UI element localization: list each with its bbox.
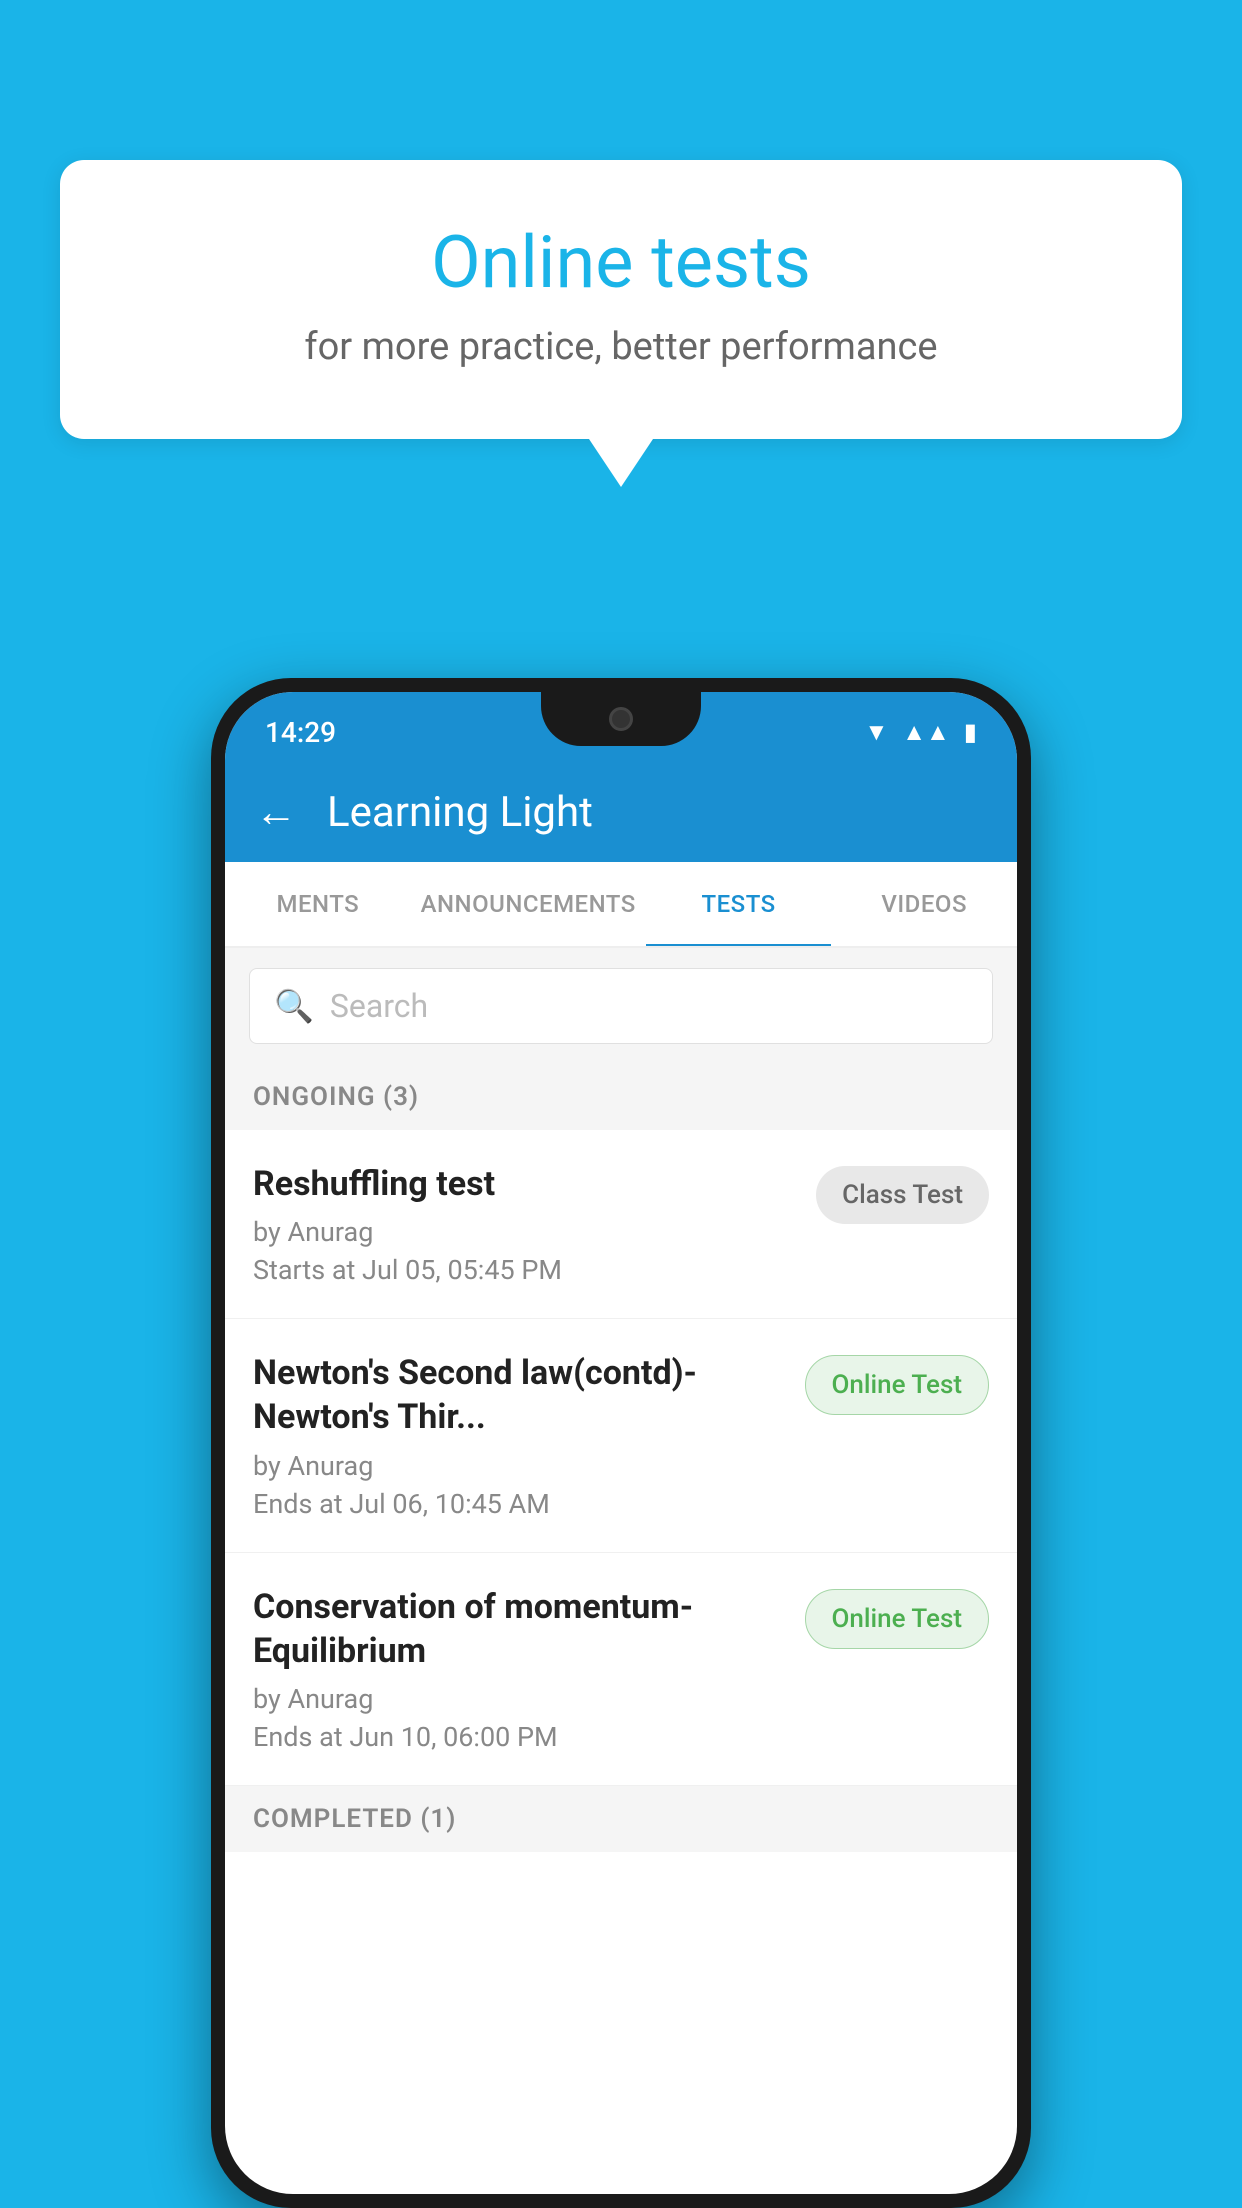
test-item-1[interactable]: Reshuffling test by Anurag Starts at Jul… <box>225 1130 1017 1319</box>
test-info-3: Conservation of momentum-Equilibrium by … <box>253 1585 785 1753</box>
battery-icon: ▮ <box>964 718 977 746</box>
test-author-1: by Anurag <box>253 1216 796 1248</box>
test-badge-2: Online Test <box>805 1355 990 1415</box>
search-bar[interactable]: 🔍 Search <box>249 968 993 1044</box>
phone-camera <box>609 707 633 731</box>
signal-icon: ▲▲ <box>902 718 950 747</box>
test-author-3: by Anurag <box>253 1683 785 1715</box>
test-title-2: Newton's Second law(contd)-Newton's Thir… <box>253 1351 785 1439</box>
tabs-container: MENTS ANNOUNCEMENTS TESTS VIDEOS <box>225 862 1017 948</box>
test-list: Reshuffling test by Anurag Starts at Jul… <box>225 1130 1017 1786</box>
status-icons: ▼ ▲▲ ▮ <box>865 718 978 747</box>
phone-container: 14:29 ▼ ▲▲ ▮ ← Learning Light MENTS ANNO… <box>211 678 1031 2208</box>
phone-screen: 14:29 ▼ ▲▲ ▮ ← Learning Light MENTS ANNO… <box>225 692 1017 2194</box>
test-item-2[interactable]: Newton's Second law(contd)-Newton's Thir… <box>225 1319 1017 1552</box>
app-title: Learning Light <box>327 788 593 837</box>
phone-outer: 14:29 ▼ ▲▲ ▮ ← Learning Light MENTS ANNO… <box>211 678 1031 2208</box>
test-badge-1: Class Test <box>816 1166 989 1224</box>
test-info-1: Reshuffling test by Anurag Starts at Jul… <box>253 1162 796 1286</box>
tab-announcements[interactable]: ANNOUNCEMENTS <box>411 862 646 946</box>
speech-bubble-container: Online tests for more practice, better p… <box>60 160 1182 439</box>
tab-tests[interactable]: TESTS <box>646 862 832 946</box>
status-time: 14:29 <box>265 716 336 749</box>
test-info-2: Newton's Second law(contd)-Newton's Thir… <box>253 1351 785 1519</box>
speech-bubble-subtitle: for more practice, better performance <box>140 325 1102 369</box>
app-header: ← Learning Light <box>225 762 1017 862</box>
test-item-3[interactable]: Conservation of momentum-Equilibrium by … <box>225 1553 1017 1786</box>
back-button[interactable]: ← <box>255 788 297 837</box>
search-icon: 🔍 <box>274 987 314 1025</box>
phone-notch <box>541 692 701 746</box>
test-time-1: Starts at Jul 05, 05:45 PM <box>253 1254 796 1286</box>
completed-section-header: COMPLETED (1) <box>225 1786 1017 1852</box>
test-title-1: Reshuffling test <box>253 1162 796 1206</box>
speech-bubble: Online tests for more practice, better p… <box>60 160 1182 439</box>
wifi-icon: ▼ <box>865 718 889 747</box>
test-time-3: Ends at Jun 10, 06:00 PM <box>253 1721 785 1753</box>
tab-videos[interactable]: VIDEOS <box>831 862 1017 946</box>
test-badge-3: Online Test <box>805 1589 990 1649</box>
search-placeholder: Search <box>330 987 428 1025</box>
search-container: 🔍 Search <box>225 948 1017 1064</box>
test-title-3: Conservation of momentum-Equilibrium <box>253 1585 785 1673</box>
ongoing-section-header: ONGOING (3) <box>225 1064 1017 1130</box>
test-author-2: by Anurag <box>253 1450 785 1482</box>
test-time-2: Ends at Jul 06, 10:45 AM <box>253 1488 785 1520</box>
tab-ments[interactable]: MENTS <box>225 862 411 946</box>
speech-bubble-title: Online tests <box>140 220 1102 305</box>
